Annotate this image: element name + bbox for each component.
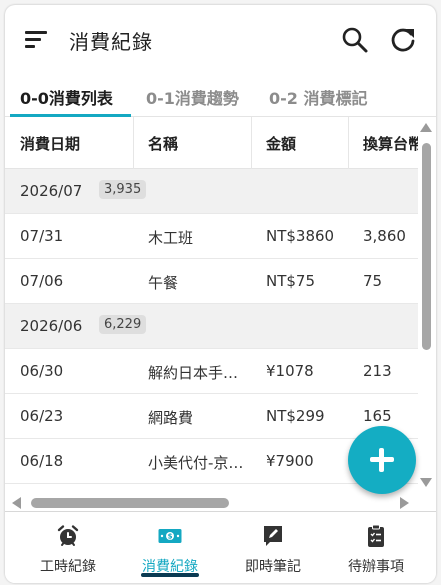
group-total-badge: 3,935 bbox=[99, 180, 147, 199]
column-header-name[interactable]: 名稱 bbox=[148, 133, 178, 154]
nav-label: 工時紀錄 bbox=[40, 559, 96, 575]
tab-bar: 0-0消費列表 0-1消費趨勢 0-2 消費標記 bbox=[5, 75, 436, 117]
cell-date: 06/18 bbox=[20, 452, 64, 470]
group-month: 2026/07 bbox=[20, 182, 83, 200]
scroll-left-arrow-icon[interactable] bbox=[12, 497, 21, 509]
add-expense-button[interactable] bbox=[348, 426, 416, 494]
table-row[interactable]: 06/23 網路費 NT$299 165 bbox=[5, 394, 418, 439]
cell-date: 07/31 bbox=[20, 227, 64, 245]
table-row[interactable]: 06/30 解約日本手… ¥1078 213 bbox=[5, 349, 418, 394]
cell-twd: 75 bbox=[363, 272, 383, 290]
nav-item-work-hours[interactable]: 工時紀錄 bbox=[15, 512, 121, 583]
nav-item-quick-notes[interactable]: 即時筆記 bbox=[220, 512, 326, 583]
nav-active-indicator bbox=[141, 573, 199, 577]
nav-label: 即時筆記 bbox=[245, 559, 301, 575]
cell-name: 小美代付-京… bbox=[148, 454, 244, 472]
table-header: 消費日期 名稱 金額 換算台幣 bbox=[5, 117, 418, 169]
cell-amount: NT$3860 bbox=[266, 227, 335, 245]
group-row[interactable]: 2026/07 3,935 bbox=[5, 169, 418, 214]
svg-text:$: $ bbox=[168, 533, 173, 541]
nav-label: 待辦事項 bbox=[348, 559, 404, 575]
vertical-scrollbar-thumb[interactable] bbox=[422, 143, 431, 350]
cell-name: 午餐 bbox=[148, 274, 179, 292]
cell-date: 06/23 bbox=[20, 407, 64, 425]
cell-twd: 3,860 bbox=[363, 227, 406, 245]
cell-amount: ¥1078 bbox=[266, 362, 314, 380]
cell-twd: 213 bbox=[363, 362, 392, 380]
cell-amount: NT$75 bbox=[266, 272, 316, 290]
search-icon[interactable] bbox=[340, 25, 370, 55]
note-edit-icon bbox=[264, 526, 282, 546]
app-frame: 消費紀錄 0-0消費列表 0-1消費趨勢 0-2 消費標記 消費日期 名稱 金額 bbox=[5, 5, 436, 583]
money-icon: $ bbox=[158, 529, 182, 543]
expense-table[interactable]: 消費日期 名稱 金額 換算台幣 2026/07 3,935 07/31 木工班 … bbox=[5, 117, 418, 489]
bottom-nav: 工時紀錄 $ 消費紀錄 即時筆記 待辦事項 bbox=[5, 511, 436, 583]
cell-amount: ¥7900 bbox=[266, 452, 314, 470]
column-header-amount[interactable]: 金額 bbox=[266, 133, 296, 154]
group-total-badge: 6,229 bbox=[99, 315, 147, 334]
group-row[interactable]: 2026/06 6,229 bbox=[5, 304, 418, 349]
scroll-right-arrow-icon[interactable] bbox=[400, 497, 409, 509]
scroll-up-arrow-icon[interactable] bbox=[420, 123, 432, 132]
app-bar: 消費紀錄 bbox=[5, 5, 436, 73]
alarm-clock-icon bbox=[57, 525, 79, 546]
cell-amount: NT$299 bbox=[266, 407, 325, 425]
tab-expense-trend[interactable]: 0-1消費趨勢 bbox=[146, 85, 239, 109]
clipboard-checklist-icon bbox=[368, 524, 384, 547]
page-title: 消費紀錄 bbox=[69, 30, 153, 54]
sort-menu-icon[interactable] bbox=[25, 29, 49, 49]
cell-twd: 165 bbox=[363, 407, 392, 425]
cell-name: 木工班 bbox=[148, 229, 194, 247]
horizontal-scrollbar-thumb[interactable] bbox=[31, 498, 229, 508]
cell-name: 網路費 bbox=[148, 409, 194, 427]
nav-item-todo[interactable]: 待辦事項 bbox=[323, 512, 429, 583]
column-header-date[interactable]: 消費日期 bbox=[20, 133, 80, 154]
table-row[interactable]: 07/31 木工班 NT$3860 3,860 bbox=[5, 214, 418, 259]
cell-date: 07/06 bbox=[20, 272, 64, 290]
column-header-twd[interactable]: 換算台幣 bbox=[363, 133, 418, 154]
cell-date: 06/30 bbox=[20, 362, 64, 380]
tab-expense-list[interactable]: 0-0消費列表 bbox=[20, 85, 113, 109]
table-row[interactable]: 07/06 午餐 NT$75 75 bbox=[5, 259, 418, 304]
cell-name: 解約日本手… bbox=[148, 364, 239, 382]
tab-expense-tags[interactable]: 0-2 消費標記 bbox=[269, 85, 367, 109]
refresh-icon[interactable] bbox=[388, 25, 418, 55]
scroll-down-arrow-icon[interactable] bbox=[420, 478, 432, 487]
group-month: 2026/06 bbox=[20, 317, 83, 335]
